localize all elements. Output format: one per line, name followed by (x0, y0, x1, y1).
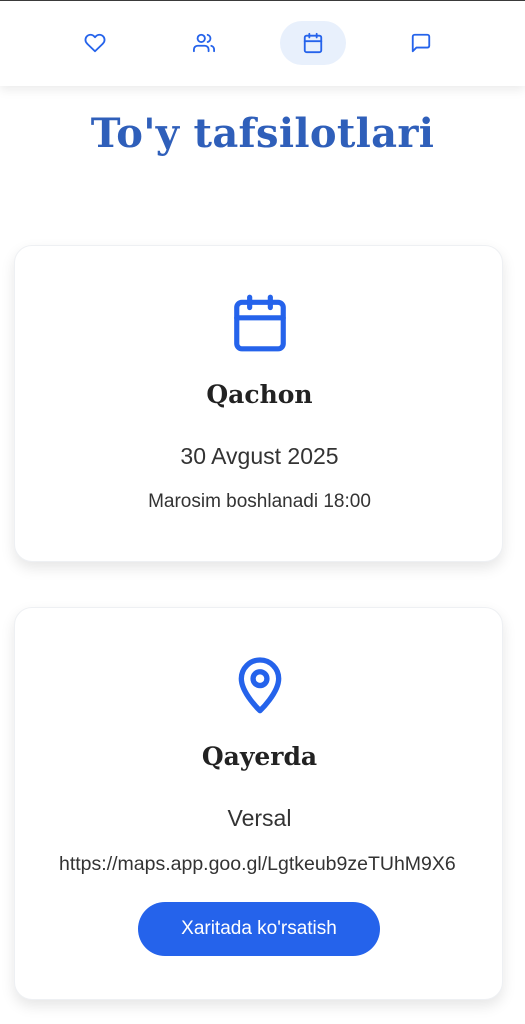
calendar-icon (303, 32, 323, 54)
page-title: To'y tafsilotlari (90, 110, 435, 157)
users-icon (193, 33, 215, 53)
show-on-map-button[interactable]: Xaritada ko'rsatish (138, 902, 380, 956)
venue-name: Versal (227, 805, 292, 831)
map-link[interactable]: https://maps.app.goo.gl/Lgtkeub9zeTUhM9X… (59, 853, 499, 876)
where-card: Qayerda Versal https://maps.app.goo.gl/L… (14, 607, 503, 1000)
nav-guests-button[interactable] (171, 21, 237, 65)
event-date: 30 Avgust 2025 (180, 443, 339, 469)
top-navigation-bar (0, 0, 525, 86)
heart-icon (84, 33, 106, 53)
when-card: Qachon 30 Avgust 2025 Marosim boshlanadi… (14, 245, 503, 562)
nav-details-button[interactable] (280, 21, 346, 65)
nav-favorites-button[interactable] (62, 21, 128, 65)
where-heading: Qayerda (201, 742, 318, 771)
ceremony-time: Marosim boshlanadi 18:00 (148, 491, 371, 512)
nav-messages-button[interactable] (388, 21, 454, 65)
map-pin-icon (238, 657, 281, 714)
message-icon (411, 33, 431, 53)
when-heading: Qachon (206, 380, 313, 409)
calendar-icon (233, 294, 286, 352)
